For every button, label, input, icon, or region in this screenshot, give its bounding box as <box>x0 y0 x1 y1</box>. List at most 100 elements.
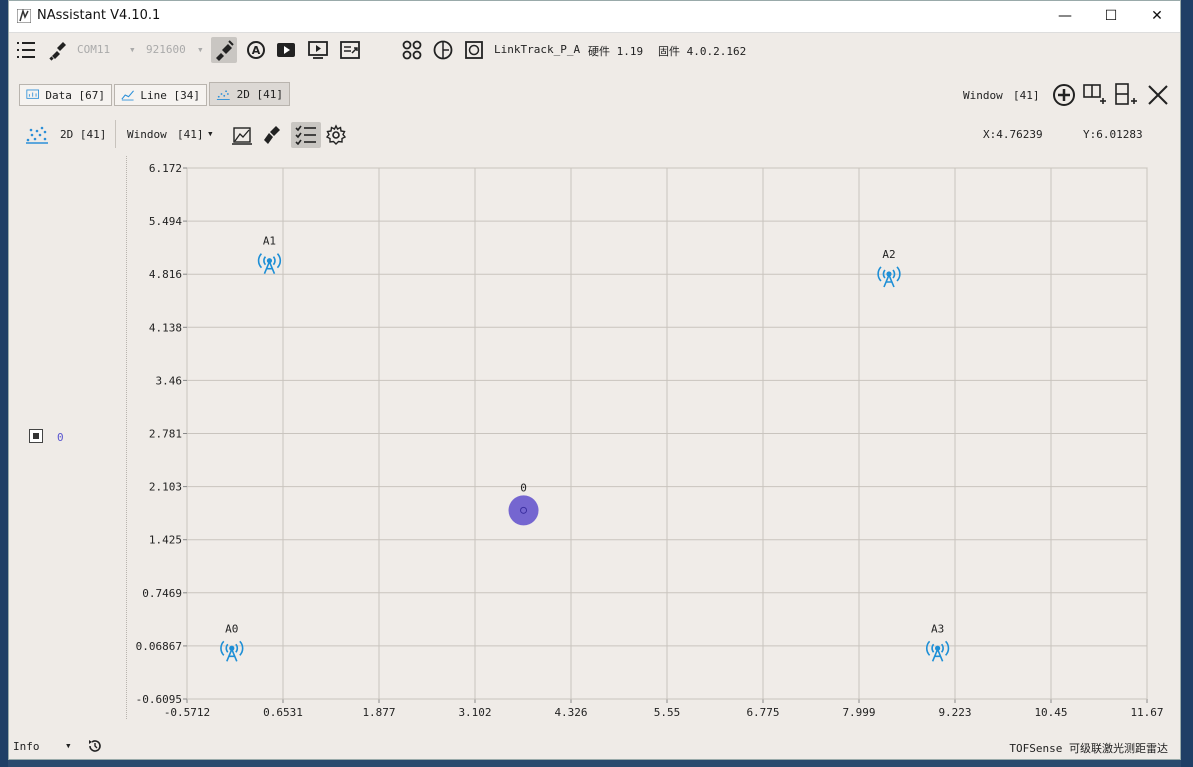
x-tick-label: 10.45 <box>1034 706 1067 719</box>
window-title: NAssistant V4.10.1 <box>37 8 161 23</box>
y-tick-label: 6.172 <box>149 162 182 175</box>
anchor-a2-antenna-icon[interactable] <box>877 266 901 288</box>
series-legend-label: 0 <box>57 431 64 444</box>
split-vertical-icon[interactable] <box>1113 82 1139 108</box>
app-window: NAssistant V4.10.1 — ☐ ✕ COM11 ▾ 921600 … <box>8 0 1181 760</box>
settings-gear-icon[interactable] <box>325 124 347 146</box>
svg-text:A: A <box>252 44 261 57</box>
compass-icon[interactable] <box>430 37 456 63</box>
window-size-value[interactable]: [41] <box>1013 89 1040 102</box>
scatter-icon <box>216 90 230 100</box>
status-bar: Info ▾ TOFSense 可级联激光测距雷达 <box>9 735 1180 759</box>
tag-label: 0 <box>520 481 527 494</box>
subbar-window-value[interactable]: [41] <box>177 128 204 141</box>
scatter-view-icon[interactable] <box>25 123 49 145</box>
x-tick-label: -0.5712 <box>164 706 210 719</box>
clear-broom-icon[interactable] <box>262 124 284 146</box>
x-tick-label: 0.6531 <box>263 706 303 719</box>
auto-detect-icon[interactable]: A <box>243 37 269 63</box>
fit-view-icon[interactable] <box>231 124 253 146</box>
product-description: TOFSense 可级联激光测距雷达 <box>1009 742 1168 755</box>
refresh-device-icon[interactable] <box>461 37 487 63</box>
x-coordinate-readout: X:4.76239 <box>983 128 1043 141</box>
close-view-icon[interactable] <box>1145 82 1171 108</box>
tab-2d-label: 2D [41] <box>236 87 283 101</box>
y-tick-label: -0.6095 <box>136 693 182 706</box>
firmware-version: 固件 4.0.2.162 <box>658 45 747 58</box>
y-tick-label: 0.7469 <box>142 587 182 600</box>
checklist-icon <box>295 125 316 145</box>
legend-plot-divider <box>126 156 127 719</box>
scatter-plot[interactable]: -0.5712 0.6531 1.877 3.102 4.326 5.55 6.775 7.9… <box>9 1 1181 760</box>
menu-icon[interactable] <box>13 37 39 63</box>
view-name: 2D [41] <box>60 128 107 141</box>
view-toolbar: 2D [41] Window [41] ▾ X:4.76239 Y:6.0128… <box>9 119 1180 151</box>
y-tick-label: 4.816 <box>149 268 182 281</box>
desktop-background-left <box>0 0 8 767</box>
y-tick-label: 3.46 <box>156 374 183 387</box>
app-logo-icon <box>17 9 31 23</box>
tab-line[interactable]: Line [34] <box>114 84 207 106</box>
x-tick-label: 11.67 <box>1130 706 1163 719</box>
window-dropdown-arrow-icon[interactable]: ▾ <box>207 127 214 140</box>
series-visibility-checkbox[interactable] <box>29 429 43 443</box>
anchor-label: A0 <box>225 622 238 635</box>
main-toolbar: COM11 ▾ 921600 ▾ A LinkTrack_P_A 硬件 1.19 <box>9 32 1180 68</box>
product-name: LinkTrack_P_A <box>494 43 581 56</box>
title-bar: NAssistant V4.10.1 — ☐ ✕ <box>9 1 1180 33</box>
port-select[interactable]: COM11 <box>77 43 110 56</box>
y-tick-label: 0.06867 <box>136 640 182 653</box>
legend-list-toggle[interactable] <box>291 122 321 148</box>
x-tick-label: 4.326 <box>554 706 587 719</box>
y-tick-label: 1.425 <box>149 534 182 547</box>
split-horizontal-icon[interactable] <box>1082 82 1108 108</box>
hardware-version: 硬件 1.19 <box>588 45 644 58</box>
tab-2d[interactable]: 2D [41] <box>209 82 290 106</box>
desktop-background-right <box>1181 0 1193 767</box>
x-tick-label: 3.102 <box>458 706 491 719</box>
tab-line-label: Line [34] <box>140 88 200 102</box>
anchor-label: A3 <box>931 622 944 635</box>
anchor-a0-antenna-icon[interactable] <box>220 640 244 662</box>
log-level-dropdown-arrow-icon[interactable]: ▾ <box>65 739 72 752</box>
export-icon[interactable] <box>337 37 363 63</box>
plot-area <box>186 167 1148 700</box>
window-size-label: Window <box>963 89 1003 102</box>
tab-data-label: Data [67] <box>45 88 105 102</box>
port-dropdown-arrow-icon[interactable]: ▾ <box>129 43 136 56</box>
record-screen-icon[interactable] <box>305 37 331 63</box>
minimize-button[interactable]: — <box>1042 1 1088 32</box>
play-icon[interactable] <box>273 37 299 63</box>
anchor-a1-antenna-icon[interactable] <box>257 253 282 274</box>
x-tick-label: 5.55 <box>654 706 681 719</box>
x-tick-label: 6.775 <box>746 706 779 719</box>
reset-history-icon[interactable] <box>87 738 103 754</box>
add-circle-icon[interactable] <box>1051 82 1077 108</box>
log-level-select[interactable]: Info <box>13 740 40 753</box>
data-chart-icon <box>26 89 39 99</box>
x-tick-label: 7.999 <box>842 706 875 719</box>
tag-marker <box>508 495 539 526</box>
anchor-label: A1 <box>263 235 276 248</box>
toolbar-divider <box>115 120 116 148</box>
anchor-a3-antenna-icon[interactable] <box>925 640 950 662</box>
x-tick-label: 9.223 <box>938 706 971 719</box>
maximize-button[interactable]: ☐ <box>1088 1 1134 32</box>
connect-icon[interactable] <box>211 37 237 63</box>
modules-icon[interactable] <box>399 37 425 63</box>
anchor-label: A2 <box>882 248 895 261</box>
tag-center-dot <box>520 506 528 514</box>
y-tick-label: 4.138 <box>149 321 182 334</box>
y-coordinate-readout: Y:6.01283 <box>1083 128 1143 141</box>
baud-select[interactable]: 921600 <box>146 43 186 56</box>
close-window-button[interactable]: ✕ <box>1134 1 1180 32</box>
y-tick-label: 2.103 <box>149 481 182 494</box>
subbar-window-label: Window <box>127 128 167 141</box>
y-tick-label: 2.781 <box>149 428 182 441</box>
baud-dropdown-arrow-icon[interactable]: ▾ <box>197 43 204 56</box>
tab-data[interactable]: Data [67] <box>19 84 112 106</box>
plug-icon[interactable] <box>45 37 71 63</box>
x-tick-label: 1.877 <box>362 706 395 719</box>
y-tick-label: 5.494 <box>149 215 182 228</box>
line-chart-icon <box>121 90 134 101</box>
